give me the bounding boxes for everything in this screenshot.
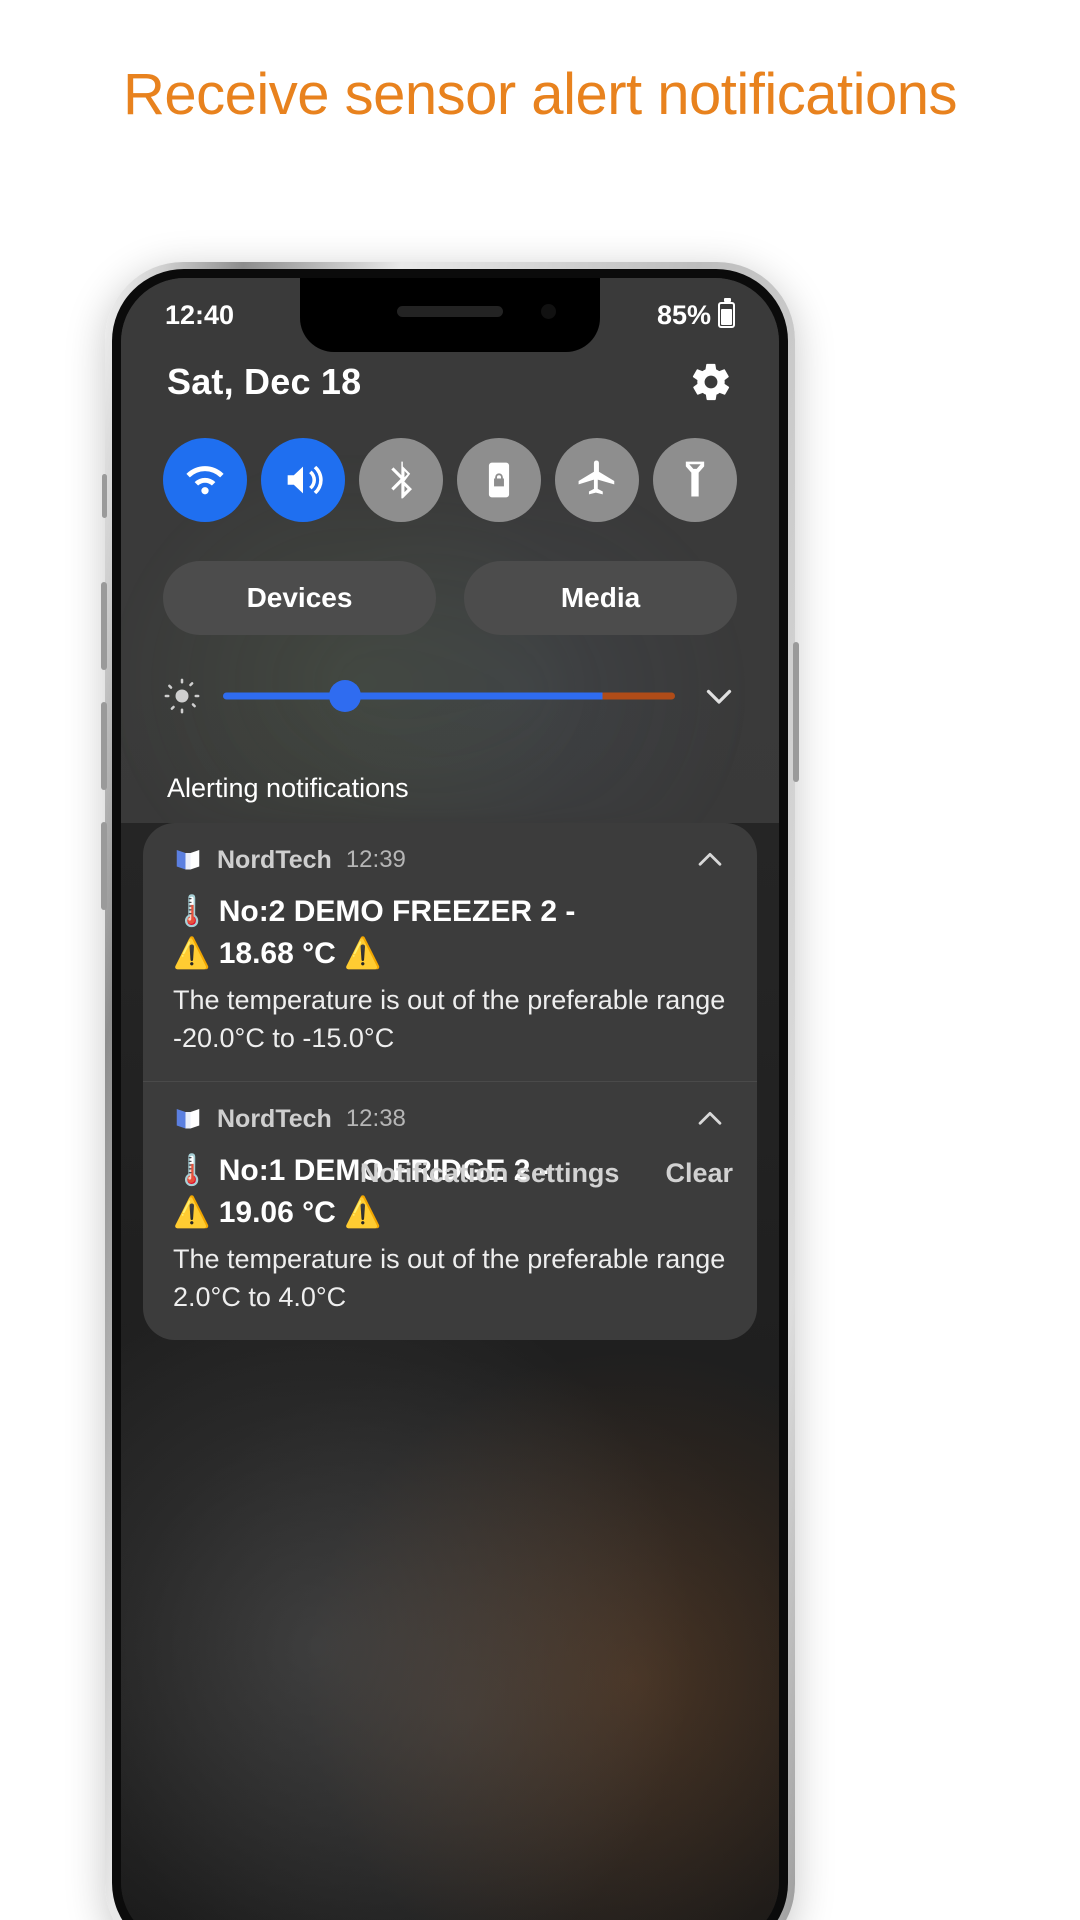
quick-toggles	[121, 438, 779, 522]
toggle-bluetooth[interactable]	[359, 438, 443, 522]
gear-icon[interactable]	[689, 360, 733, 404]
shade-date-label: Sat, Dec 18	[167, 361, 362, 402]
notification-temperature-row: ⚠️ 19.06 °C ⚠️	[173, 1192, 727, 1234]
notification-body: The temperature is out of the preferable…	[173, 1244, 726, 1312]
warning-icon: ⚠️	[344, 1196, 382, 1229]
notification-actions: Notification settings Clear	[360, 1158, 733, 1189]
notification-settings-button[interactable]: Notification settings	[360, 1158, 620, 1189]
phone-mute-switch	[102, 474, 107, 518]
clear-notifications-button[interactable]: Clear	[665, 1158, 733, 1189]
battery-percent-label: 85%	[656, 299, 711, 330]
brightness-slider-track	[223, 692, 675, 700]
shade-chips: Devices Media	[121, 561, 779, 635]
shade-header: Sat, Dec 18	[121, 360, 779, 404]
notification-list: NordTech 12:39 🌡️ No:2 DEMO FREEZER 2 - …	[143, 823, 757, 1340]
chip-devices-label: Devices	[246, 582, 353, 613]
brightness-row	[121, 676, 779, 716]
toggle-wifi[interactable]	[163, 438, 247, 522]
notification-group: NordTech 12:39 🌡️ No:2 DEMO FREEZER 2 - …	[143, 823, 757, 1340]
notification-time: 12:38	[345, 1105, 406, 1132]
notification-body: The temperature is out of the preferable…	[173, 985, 726, 1053]
phone-extra-button	[101, 822, 107, 910]
warning-icon: ⚠️	[344, 937, 382, 970]
thermometer-icon: 🌡️	[173, 895, 211, 928]
status-bar: 12:40 85%	[121, 278, 779, 352]
chevron-up-icon[interactable]	[693, 843, 727, 877]
notification-header: NordTech 12:38	[173, 1102, 727, 1136]
toggle-flashlight[interactable]	[653, 438, 737, 522]
status-bar-clock: 12:40	[165, 299, 235, 330]
toggle-auto-rotate[interactable]	[457, 438, 541, 522]
chip-devices[interactable]: Devices	[163, 561, 436, 635]
nordtech-icon	[173, 845, 203, 875]
notification-title: No:2 DEMO FREEZER 2 -	[218, 895, 576, 928]
thermometer-icon: 🌡️	[173, 1154, 211, 1187]
screenshot-root: Receive sensor alert notifications 12:40	[0, 0, 1080, 1920]
notification-time: 12:39	[345, 846, 406, 873]
battery-icon	[718, 298, 735, 328]
notification-temperature-row: ⚠️ 18.68 °C ⚠️	[173, 933, 727, 975]
warning-icon: ⚠️	[173, 937, 211, 970]
phone-mockup: 12:40 85% Sat, Dec 18 Devices Media Aler…	[101, 262, 799, 1920]
chevron-up-icon[interactable]	[693, 1102, 727, 1136]
alerting-notifications-label: Alerting notifications	[167, 773, 409, 803]
chip-media-label: Media	[560, 582, 641, 613]
notification-temperature: 19.06 °C	[218, 1196, 336, 1229]
page-title: Receive sensor alert notifications	[122, 62, 958, 127]
brightness-slider-thumb[interactable]	[329, 680, 362, 712]
nordtech-icon	[173, 1104, 203, 1134]
notification-item[interactable]: NordTech 12:38 🌡️ No:1 DEMO FRIDGE 2 - ⚠…	[143, 1081, 757, 1340]
notification-title-row: 🌡️ No:2 DEMO FREEZER 2 -	[173, 891, 727, 933]
phone-bezel: 12:40 85% Sat, Dec 18 Devices Media Aler…	[112, 269, 788, 1920]
notification-temperature: 18.68 °C	[218, 937, 336, 970]
chevron-down-icon[interactable]	[701, 678, 737, 714]
phone-power-button	[793, 642, 799, 782]
phone-volume-up-button	[101, 582, 107, 670]
notification-header: NordTech 12:39	[173, 843, 727, 877]
warning-icon: ⚠️	[173, 1196, 211, 1229]
status-bar-right: 85%	[656, 298, 735, 331]
brightness-slider[interactable]	[223, 676, 675, 716]
notification-item[interactable]: NordTech 12:39 🌡️ No:2 DEMO FREEZER 2 - …	[143, 823, 757, 1081]
phone-screen: 12:40 85% Sat, Dec 18 Devices Media Aler…	[121, 278, 779, 1920]
notification-app-name: NordTech	[217, 845, 332, 874]
chip-media[interactable]: Media	[464, 561, 737, 635]
phone-volume-down-button	[101, 702, 107, 790]
brightness-icon	[163, 677, 201, 715]
notification-app-name: NordTech	[217, 1104, 332, 1133]
toggle-airplane-mode[interactable]	[555, 438, 639, 522]
toggle-sound[interactable]	[261, 438, 345, 522]
